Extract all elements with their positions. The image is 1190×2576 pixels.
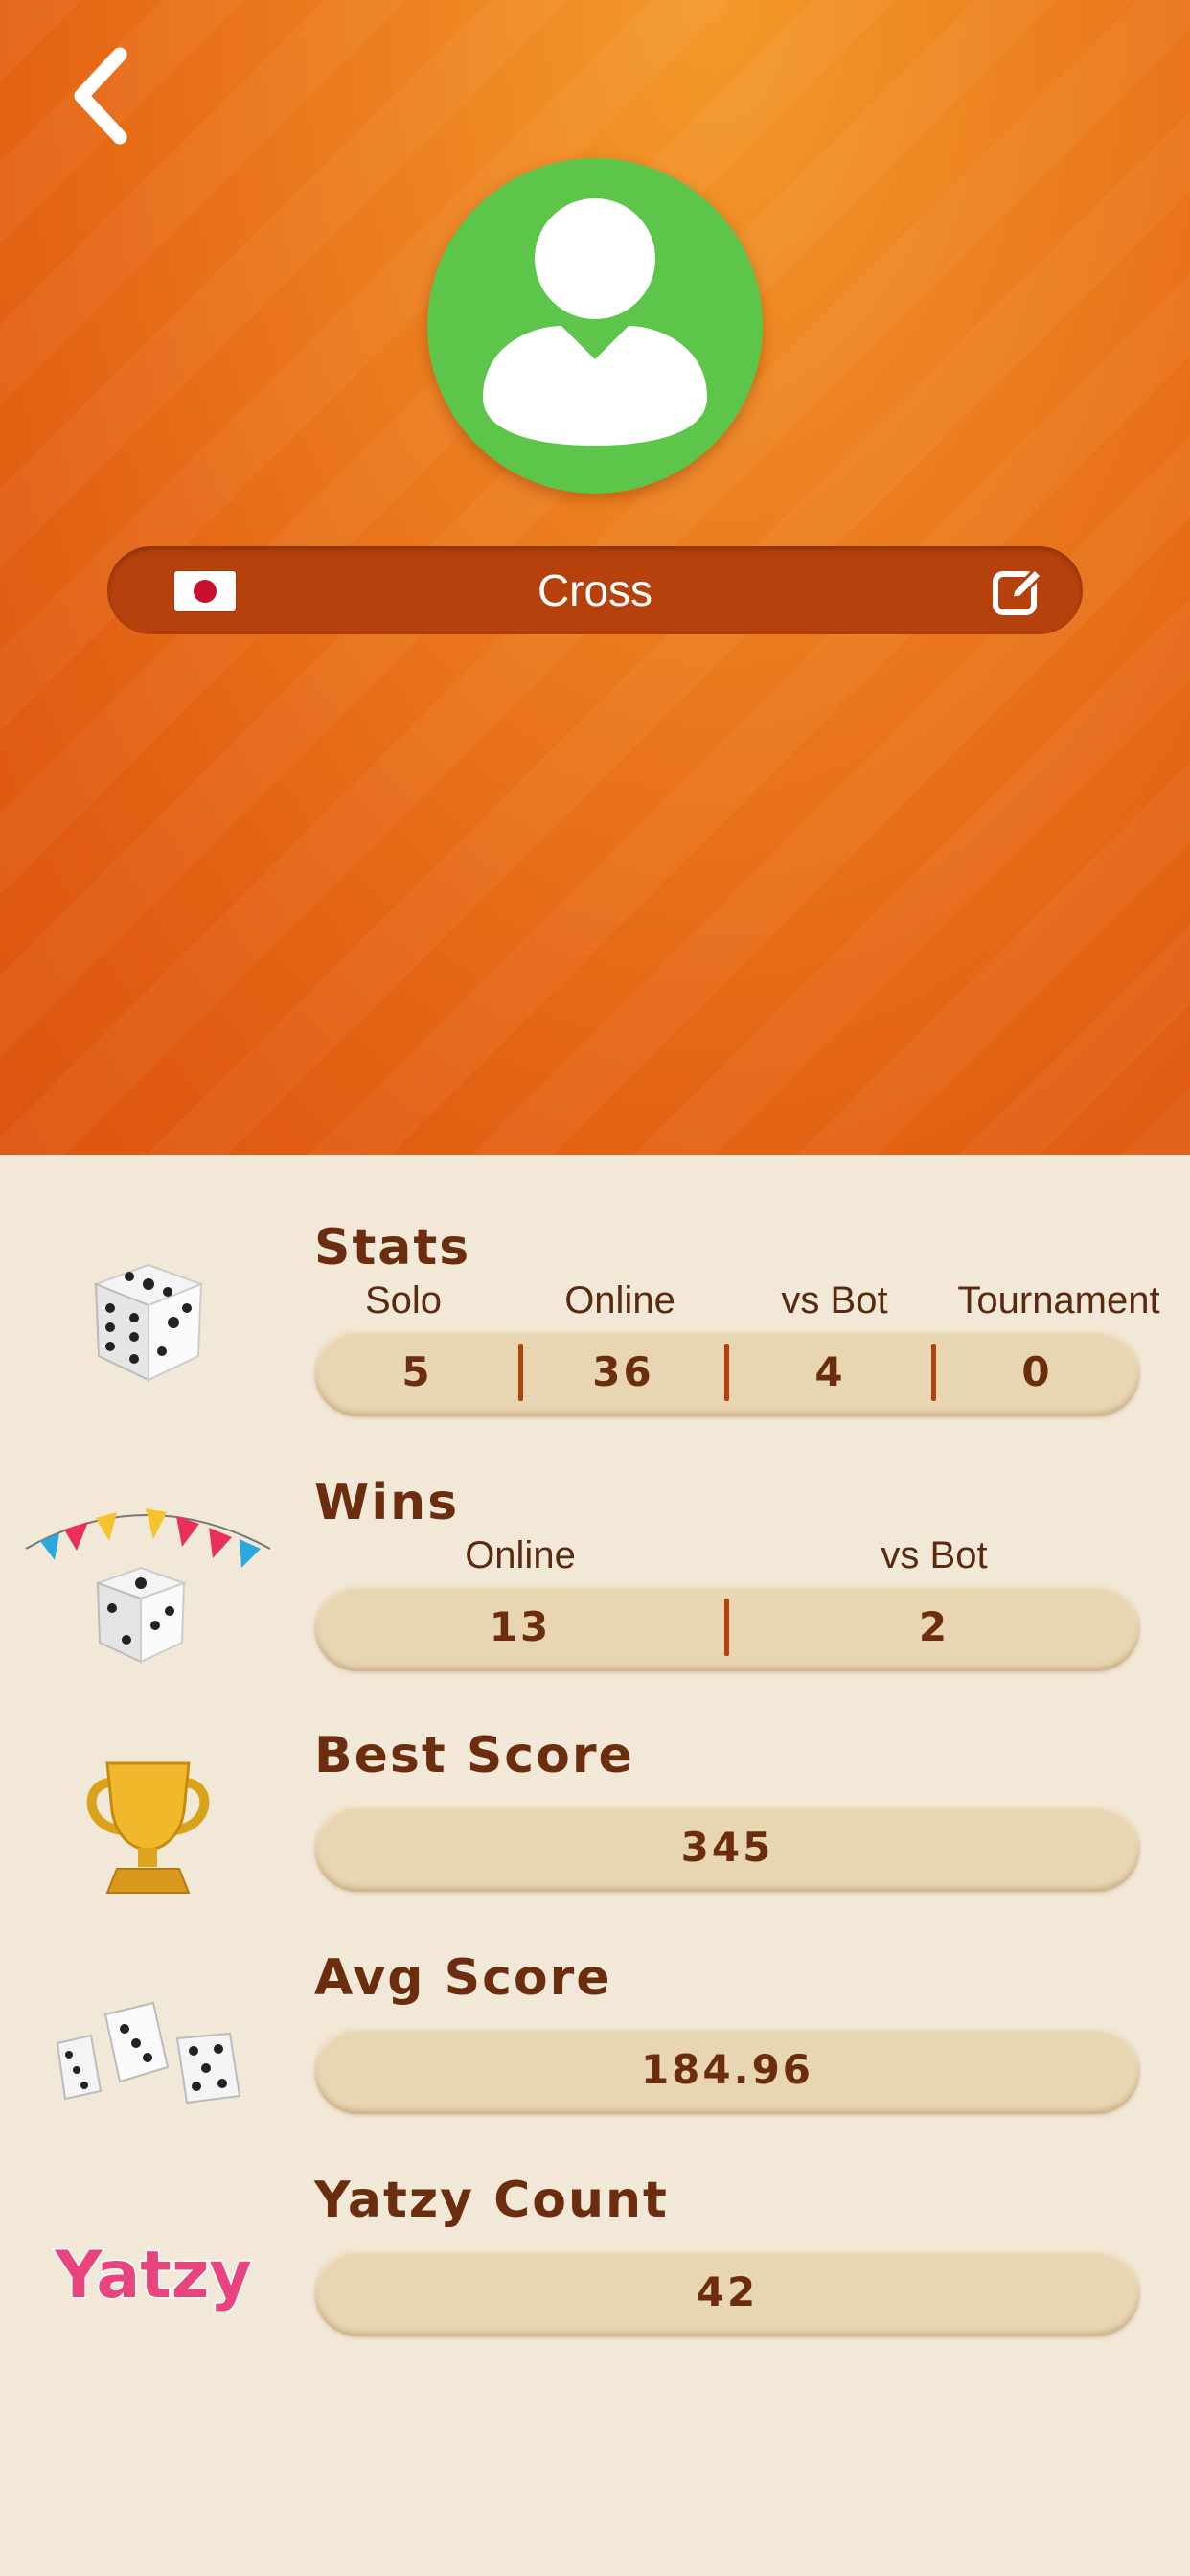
stats-values-pill: 5 36 4 0 [314, 1328, 1140, 1416]
celebration-dice-icon [25, 1508, 271, 1664]
dice-icon [93, 1263, 204, 1382]
trophy-icon [86, 1761, 210, 1894]
stats-label-tournament: Tournament [957, 1279, 1160, 1322]
stats-title: Stats [314, 1219, 471, 1276]
back-button[interactable] [57, 38, 144, 153]
profile-name-bar[interactable]: Cross [107, 546, 1083, 634]
yatzy-logo: Yatzy [53, 2237, 253, 2315]
best-score-section: Best Score 345 [0, 1725, 1190, 1907]
best-score-title: Best Score [314, 1727, 634, 1784]
user-avatar-icon [483, 198, 707, 446]
yatzy-count-section: Yatzy Yatzy Count 42 [0, 2170, 1190, 2352]
stats-label-solo: Solo [364, 1279, 443, 1322]
wins-title: Wins [314, 1474, 460, 1531]
wins-values-pill: 13 2 [314, 1583, 1140, 1671]
avg-score-section: Avg Score 184.96 [0, 1947, 1190, 2129]
wins-value-online: 13 [489, 1603, 552, 1650]
avg-score-value: 184.96 [640, 2046, 814, 2093]
wins-section: Wins Online vs Bot 13 2 [0, 1472, 1190, 1683]
wins-label-vs-bot: vs Bot [881, 1534, 988, 1576]
stats-value-tournament: 0 [1021, 1348, 1053, 1395]
profile-header: Cross [0, 0, 1190, 1155]
stats-value-vs-bot: 4 [814, 1348, 846, 1395]
stats-label-vs-bot: vs Bot [781, 1279, 888, 1322]
profile-name: Cross [537, 565, 653, 615]
svg-text:Yatzy: Yatzy [54, 2238, 251, 2313]
three-dice-icon [56, 2001, 241, 2104]
best-score-value: 345 [680, 1824, 774, 1871]
edit-icon[interactable] [991, 565, 1044, 619]
yatzy-count-pill: 42 [314, 2248, 1140, 2336]
wins-value-vs-bot: 2 [918, 1603, 950, 1650]
user-avatar[interactable] [427, 158, 763, 494]
yatzy-count-title: Yatzy Count [314, 2172, 669, 2229]
chevron-left-icon [74, 47, 127, 145]
stats-value-solo: 5 [401, 1348, 433, 1395]
avg-score-pill: 184.96 [314, 2026, 1140, 2114]
avg-score-title: Avg Score [314, 1949, 612, 2007]
stats-section: Stats Solo Online vs Bot Tournament 5 36… [0, 1217, 1190, 1428]
wins-label-online: Online [465, 1534, 576, 1576]
best-score-pill: 345 [314, 1804, 1140, 1892]
stats-label-online: Online [564, 1279, 675, 1322]
stats-value-online: 36 [592, 1348, 654, 1395]
yatzy-count-value: 42 [696, 2268, 759, 2315]
